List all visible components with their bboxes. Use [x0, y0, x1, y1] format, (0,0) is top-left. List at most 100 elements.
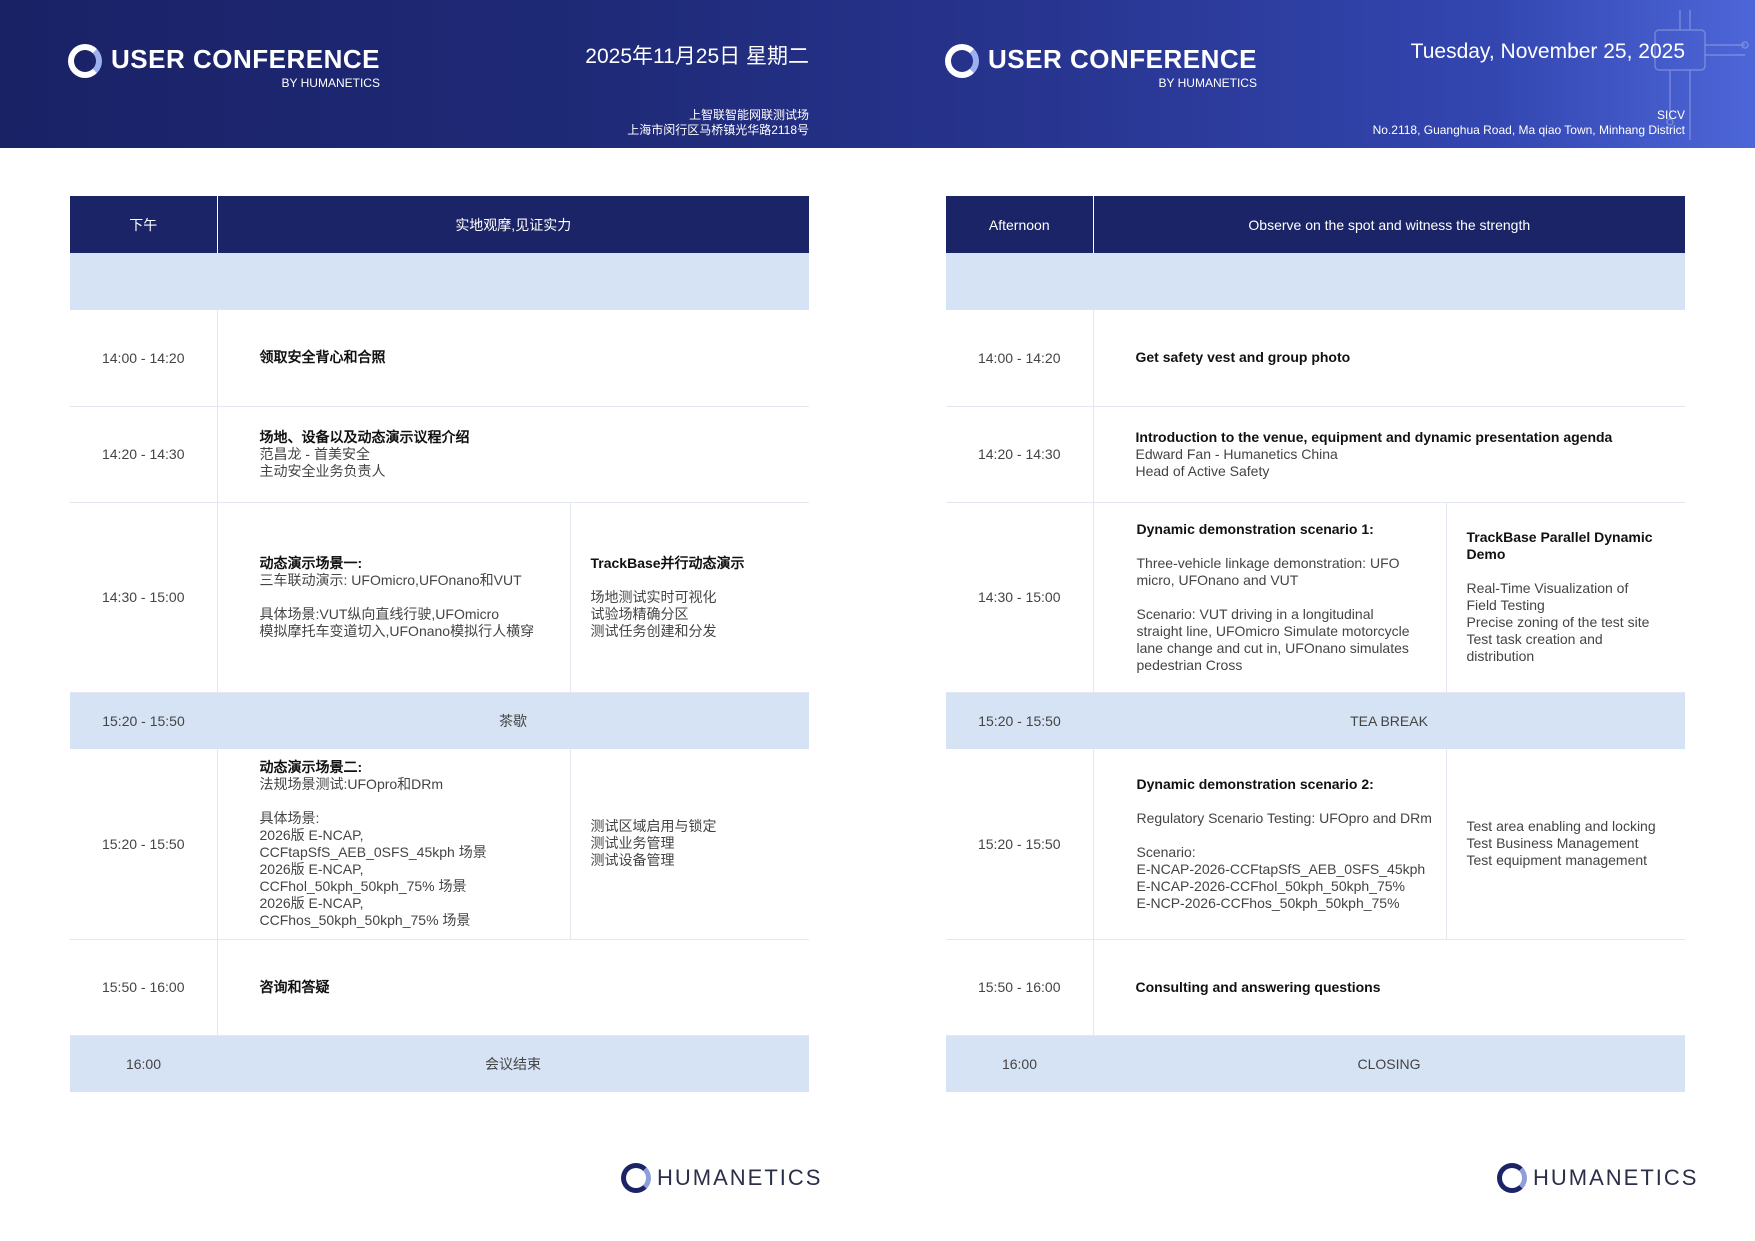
- row-title: 动态演示场景一:: [259, 554, 363, 571]
- date-en: Tuesday, November 25, 2025: [1410, 40, 1685, 63]
- row-line: 具体场景:: [259, 809, 320, 826]
- side-line: 测试设备管理: [590, 852, 675, 869]
- brand-subtitle: BY HUMANETICS: [1158, 76, 1257, 90]
- table-row-closing: 16:00 CLOSING: [946, 1035, 1686, 1092]
- brand-subtitle: BY HUMANETICS: [281, 76, 380, 90]
- table-row-break: 15:20 - 15:50 TEA BREAK: [946, 692, 1686, 749]
- brand-logo-zh: USER CONFERENCE BY HUMANETICS: [68, 42, 380, 90]
- row-line: Head of Active Safety: [1135, 462, 1270, 479]
- row-time: 15:20 - 15:50: [946, 749, 1094, 940]
- row-title: Consulting and answering questions: [1135, 978, 1381, 995]
- row-line: Scenario: VUT driving in a longitudinal: [1136, 605, 1374, 622]
- side-line: Precise zoning of the test site: [1466, 614, 1650, 630]
- row-time: 14:30 - 15:00: [946, 502, 1094, 693]
- page-header: USER CONFERENCE BY HUMANETICS 2025年11月25…: [0, 0, 1755, 148]
- row-content: 场地、设备以及动态演示议程介绍 范昌龙 - 首美安全 主动安全业务负责人: [217, 406, 810, 503]
- side-line: Test equipment management: [1466, 852, 1648, 869]
- row-line: 三车联动演示: UFOmicro,UFOnano和VUT: [259, 571, 522, 588]
- row-content: 领取安全背心和合照: [217, 310, 810, 407]
- row-content: 咨询和答疑: [217, 939, 810, 1036]
- row-line: 范昌龙 - 首美安全: [259, 445, 370, 462]
- humanetics-ring-icon: [945, 44, 979, 78]
- period-header: Afternoon: [946, 196, 1094, 253]
- row-content: Get safety vest and group photo: [1093, 310, 1686, 407]
- row-title: 动态演示场景二:: [259, 758, 363, 775]
- row-content: Dynamic demonstration scenario 1: Three-…: [1093, 502, 1446, 693]
- row-side: TrackBase并行动态演示 场地测试实时可视化 试验场精确分区 测试任务创建…: [569, 502, 810, 693]
- row-line: CCFtapSfS_AEB_0SFS_45kph 场景: [259, 843, 487, 860]
- row-line: 2026版 E-NCAP,: [259, 826, 364, 843]
- row-time: 14:30 - 15:00: [70, 502, 218, 693]
- table-row: 14:30 - 15:00 Dynamic demonstration scen…: [946, 502, 1686, 693]
- row-title: Dynamic demonstration scenario 2:: [1136, 775, 1374, 792]
- row-time: 14:00 - 14:20: [946, 310, 1094, 407]
- row-side: TrackBase Parallel Dynamic Demo Real-Tim…: [1445, 502, 1686, 693]
- side-line: 试验场精确分区: [590, 605, 689, 622]
- date-zh: 2025年11月25日 星期二: [585, 45, 809, 68]
- row-line: E-NCAP-2026-CCFhol_50kph_50kph_75%: [1136, 877, 1406, 894]
- row-line: Regulatory Scenario Testing: UFOpro and …: [1136, 809, 1432, 826]
- row-time: 14:20 - 14:30: [946, 406, 1094, 503]
- row-line: Scenario:: [1136, 843, 1196, 860]
- side-line: 测试任务创建和分发: [590, 622, 717, 639]
- table-row: 15:50 - 16:00 咨询和答疑: [70, 939, 810, 1036]
- humanetics-ring-icon: [621, 1163, 651, 1193]
- row-time: 15:20 - 15:50: [946, 692, 1093, 749]
- theme-header: 实地观摩,见证实力: [217, 196, 810, 253]
- table-row: 14:30 - 15:00 动态演示场景一: 三车联动演示: UFOmicro,…: [70, 502, 810, 693]
- row-time: 15:20 - 15:50: [70, 692, 217, 749]
- side-line: Test Business Management: [1466, 835, 1639, 852]
- row-title: Introduction to the venue, equipment and…: [1135, 428, 1613, 445]
- table-row: 14:00 - 14:20 Get safety vest and group …: [946, 310, 1686, 407]
- period-header: 下午: [70, 196, 218, 253]
- row-content: Introduction to the venue, equipment and…: [1093, 406, 1686, 503]
- row-title: 场地、设备以及动态演示议程介绍: [259, 428, 470, 445]
- row-time: 15:50 - 16:00: [70, 939, 218, 1036]
- row-time: 16:00: [70, 1035, 217, 1092]
- side-title: TrackBase Parallel Dynamic Demo: [1466, 529, 1653, 562]
- side-line: Real-Time Visualization of: [1466, 580, 1629, 596]
- brand-title: USER CONFERENCE: [111, 44, 380, 74]
- humanetics-ring-icon: [68, 44, 102, 78]
- row-line: CCFhos_50kph_50kph_75% 场景: [259, 911, 471, 928]
- theme-header: Observe on the spot and witness the stre…: [1093, 196, 1686, 253]
- row-content: 动态演示场景一: 三车联动演示: UFOmicro,UFOnano和VUT 具体…: [217, 502, 570, 693]
- footer-logo-en: HUMANETICS: [1497, 1163, 1698, 1193]
- row-line: 主动安全业务负责人: [259, 462, 386, 479]
- row-side: Test area enabling and locking Test Busi…: [1445, 749, 1686, 940]
- row-content: Consulting and answering questions: [1093, 939, 1686, 1036]
- spacer-band: [70, 253, 810, 310]
- agenda-table-zh: 下午 实地观摩,见证实力 14:00 - 14:20 领取安全背心和合照 14:…: [70, 196, 810, 1092]
- row-title: Get safety vest and group photo: [1135, 349, 1351, 366]
- row-label: CLOSING: [1093, 1035, 1686, 1092]
- table-row: 14:20 - 14:30 场地、设备以及动态演示议程介绍 范昌龙 - 首美安全…: [70, 406, 810, 503]
- table-row: 15:20 - 15:50 动态演示场景二: 法规场景测试:UFOpro和DRm…: [70, 749, 810, 940]
- table-row: 14:00 - 14:20 领取安全背心和合照: [70, 310, 810, 407]
- table-row-closing: 16:00 会议结束: [70, 1035, 810, 1092]
- row-time: 15:20 - 15:50: [70, 749, 218, 940]
- side-line: Test area enabling and locking: [1466, 818, 1656, 835]
- side-line: 测试业务管理: [590, 835, 675, 852]
- agenda-table-en: Afternoon Observe on the spot and witnes…: [946, 196, 1686, 1092]
- venue-name-zh: 上智联智能网联测试场: [688, 108, 809, 122]
- row-line: Three-vehicle linkage demonstration: UFO: [1136, 554, 1400, 571]
- row-content: 动态演示场景二: 法规场景测试:UFOpro和DRm 具体场景: 2026版 E…: [217, 749, 570, 940]
- side-title: TrackBase并行动态演示: [590, 554, 745, 571]
- row-line: 2026版 E-NCAP,: [259, 860, 364, 877]
- humanetics-ring-icon: [1497, 1163, 1527, 1193]
- side-line: 测试区域启用与锁定: [590, 818, 717, 835]
- row-label: 会议结束: [217, 1035, 810, 1092]
- agenda-header-row: 下午 实地观摩,见证实力: [70, 196, 810, 253]
- row-time: 14:00 - 14:20: [70, 310, 218, 407]
- row-time: 16:00: [946, 1035, 1093, 1092]
- table-row: 15:50 - 16:00 Consulting and answering q…: [946, 939, 1686, 1036]
- side-line: Field Testing: [1466, 597, 1545, 613]
- row-line: pedestrian Cross: [1136, 656, 1243, 673]
- row-time: 14:20 - 14:30: [70, 406, 218, 503]
- agenda-header-row: Afternoon Observe on the spot and witnes…: [946, 196, 1686, 253]
- table-row-break: 15:20 - 15:50 茶歇: [70, 692, 810, 749]
- row-title: 咨询和答疑: [259, 978, 330, 995]
- side-line: 场地测试实时可视化: [590, 588, 717, 605]
- venue-name-en: SICV: [1656, 108, 1685, 122]
- row-title: Dynamic demonstration scenario 1:: [1136, 520, 1374, 537]
